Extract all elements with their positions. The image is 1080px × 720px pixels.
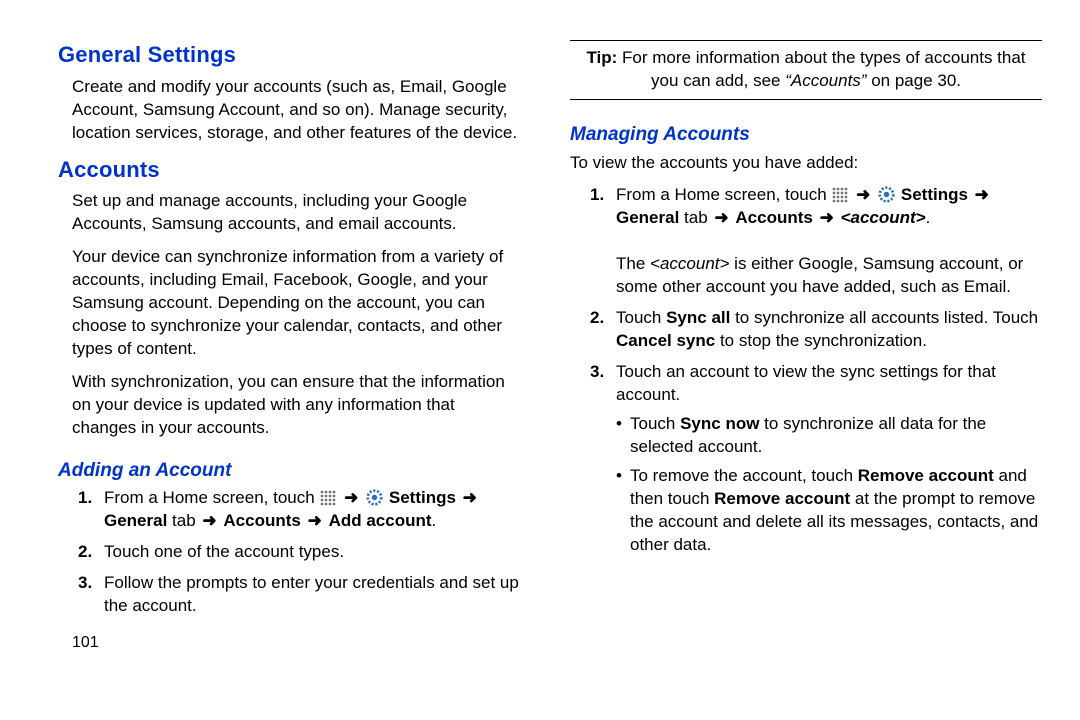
- add-step-3: 3. Follow the prompts to enter your cred…: [58, 572, 522, 618]
- para-managing-intro: To view the accounts you have added:: [570, 152, 1042, 175]
- accounts-label: Accounts: [735, 208, 812, 227]
- tip-label: Tip:: [586, 48, 617, 67]
- text: Touch: [630, 414, 680, 433]
- settings-label: Settings: [389, 488, 456, 507]
- managing-accounts-steps: 1. From a Home screen, touch: [570, 184, 1042, 562]
- para-accounts-1: Set up and manage accounts, including yo…: [58, 190, 522, 236]
- general-label: General: [616, 208, 679, 227]
- sync-all-label: Sync all: [666, 308, 730, 327]
- arrow-icon: ➜: [818, 208, 836, 227]
- step-number: 3.: [570, 361, 616, 563]
- sync-now-label: Sync now: [680, 414, 759, 433]
- text: tab: [167, 511, 200, 530]
- heading-adding-account: Adding an Account: [58, 458, 522, 484]
- step-body: Touch Sync all to synchronize all accoun…: [616, 307, 1042, 353]
- text: .: [926, 208, 931, 227]
- arrow-icon: ➜: [712, 208, 730, 227]
- step-number: 2.: [58, 541, 104, 564]
- arrow-icon: ➜: [854, 185, 872, 204]
- cancel-sync-label: Cancel sync: [616, 331, 715, 350]
- tip-ref: “Accounts”: [785, 71, 866, 90]
- page-number: 101: [58, 632, 522, 654]
- step-number: 1.: [570, 184, 616, 299]
- manual-page: General Settings Create and modify your …: [0, 0, 1080, 720]
- step-body: From a Home screen, touch ➜: [616, 184, 1042, 299]
- step-number: 3.: [58, 572, 104, 618]
- remove-account-label: Remove account: [858, 466, 994, 485]
- text: The: [616, 254, 650, 273]
- settings-label: Settings: [901, 185, 968, 204]
- add-step-1: 1. From a Home screen, touch: [58, 487, 522, 533]
- left-column: General Settings Create and modify your …: [58, 40, 550, 710]
- tip-box: Tip: For more information about the type…: [570, 40, 1042, 100]
- arrow-icon: ➜: [200, 511, 218, 530]
- accounts-label: Accounts: [223, 511, 300, 530]
- arrow-icon: ➜: [306, 511, 324, 530]
- heading-general-settings: General Settings: [58, 40, 522, 70]
- account-variable: <account>: [650, 254, 729, 273]
- sync-sub-bullets: Touch Sync now to synchronize all data f…: [616, 413, 1042, 557]
- gear-icon: [878, 186, 895, 203]
- text: to stop the synchronization.: [715, 331, 927, 350]
- tip-text: on page 30.: [866, 71, 961, 90]
- text: To remove the account, touch: [630, 466, 858, 485]
- apps-grid-icon: [320, 490, 336, 506]
- gear-icon: [366, 489, 383, 506]
- step-body: Touch an account to view the sync settin…: [616, 361, 1042, 563]
- general-label: General: [104, 511, 167, 530]
- adding-account-steps: 1. From a Home screen, touch: [58, 487, 522, 618]
- bullet-remove-account: To remove the account, touch Remove acco…: [616, 465, 1042, 557]
- text: to synchronize all accounts listed. Touc…: [730, 308, 1038, 327]
- bullet-sync-now: Touch Sync now to synchronize all data f…: [616, 413, 1042, 459]
- arrow-icon: ➜: [973, 185, 991, 204]
- apps-grid-icon: [832, 187, 848, 203]
- para-accounts-2: Your device can synchronize information …: [58, 246, 522, 361]
- step-number: 2.: [570, 307, 616, 353]
- text: tab: [679, 208, 712, 227]
- step-body: Touch one of the account types.: [104, 541, 522, 564]
- step-body: Follow the prompts to enter your credent…: [104, 572, 522, 618]
- arrow-icon: ➜: [461, 488, 479, 507]
- add-account-label: Add account: [329, 511, 432, 530]
- step-number: 1.: [58, 487, 104, 533]
- remove-account-label: Remove account: [714, 489, 850, 508]
- text: From a Home screen, touch: [616, 185, 831, 204]
- text: Touch: [616, 308, 666, 327]
- text: .: [432, 511, 437, 530]
- manage-step-1: 1. From a Home screen, touch: [570, 184, 1042, 299]
- account-variable: <account>: [841, 208, 926, 227]
- para-accounts-3: With synchronization, you can ensure tha…: [58, 371, 522, 440]
- heading-managing-accounts: Managing Accounts: [570, 122, 1042, 148]
- arrow-icon: ➜: [342, 488, 360, 507]
- manage-step-2: 2. Touch Sync all to synchronize all acc…: [570, 307, 1042, 353]
- heading-accounts: Accounts: [58, 155, 522, 185]
- para-general-settings: Create and modify your accounts (such as…: [58, 76, 522, 145]
- right-column: Tip: For more information about the type…: [550, 40, 1042, 710]
- text: Touch an account to view the sync settin…: [616, 362, 996, 404]
- manage-step-3: 3. Touch an account to view the sync set…: [570, 361, 1042, 563]
- text: From a Home screen, touch: [104, 488, 319, 507]
- add-step-2: 2. Touch one of the account types.: [58, 541, 522, 564]
- step-body: From a Home screen, touch ➜: [104, 487, 522, 533]
